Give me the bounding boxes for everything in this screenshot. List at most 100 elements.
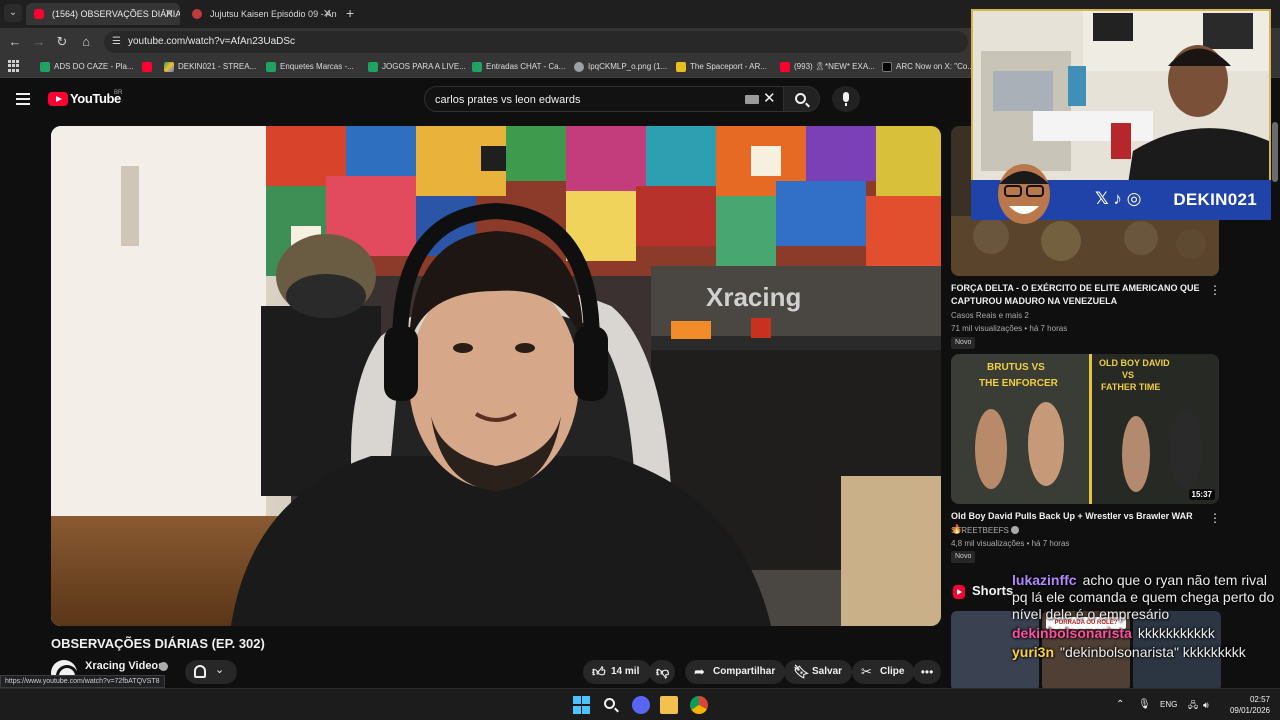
discord-icon[interactable] — [632, 696, 650, 714]
search-icon[interactable] — [602, 696, 620, 714]
rec-channel[interactable]: STREETBEEFS — [951, 525, 1020, 537]
voice-search-button[interactable] — [832, 86, 860, 112]
clock-date: 09/01/2026 — [1229, 706, 1270, 715]
bookmark-youtube-exa[interactable]: (993) 🎗*NEW* EXA... — [780, 59, 875, 75]
spaceport-icon — [676, 62, 686, 72]
chrome-icon[interactable] — [690, 696, 708, 714]
verified-badge-icon — [1011, 526, 1020, 534]
apps-grid-icon[interactable] — [8, 60, 20, 72]
bookmark-youtube[interactable] — [142, 59, 156, 75]
chat-text: "dekinbolsonarista" kkkkkkkkk — [1060, 644, 1246, 660]
clear-search-icon[interactable]: ✕ — [763, 90, 776, 108]
bookmark-icon: 🔖︎ — [793, 664, 810, 679]
search-button[interactable] — [784, 86, 820, 112]
chat-username: dekinbolsonarista — [1012, 625, 1132, 641]
bookmark-enquetes-marcas[interactable]: Enquetes Marcas -... — [266, 59, 354, 75]
video-player[interactable]: Xracing — [51, 126, 941, 626]
rec-title-forca-delta[interactable]: FORÇA DELTA - O EXÉRCITO DE ELITE AMERIC… — [951, 282, 1201, 308]
share-label: Compartilhar — [713, 666, 776, 677]
streamer-handle: DEKIN021 — [1173, 190, 1257, 209]
url-text[interactable]: youtube.com/watch?v=AfAn23UaDSc — [128, 31, 295, 53]
chat-message: yuri3n "dekinbolsonarista" kkkkkkkkk — [1012, 644, 1280, 661]
home-icon[interactable]: ⌂ — [77, 33, 95, 51]
x-icon — [882, 62, 892, 72]
forward-arrow-icon[interactable]: → — [30, 33, 48, 51]
tab-search-chevron-icon[interactable]: ⌄ — [4, 4, 22, 22]
file-explorer-icon[interactable] — [660, 696, 678, 714]
rec-menu-icon[interactable]: ⋮ — [1209, 283, 1221, 297]
bookmark-entradas-chat[interactable]: Entradas CHAT - Ca... — [472, 59, 565, 75]
scrollbar-thumb[interactable] — [1272, 122, 1278, 182]
bookmark-dekin021-stream[interactable]: DEKIN021 - STREA... — [164, 59, 256, 75]
tab-label: (1564) OBSERVAÇÕES DIÁRIAS — [52, 9, 180, 19]
bookmark-ads-do-caze[interactable]: ADS DO CAZE - Pla... — [40, 59, 134, 75]
keyboard-icon[interactable] — [745, 95, 759, 104]
bookmark-jogos-para-a-live[interactable]: JOGOS PARA A LIVE... — [368, 59, 466, 75]
thumbs-up-icon: 👍︎ — [592, 664, 606, 679]
chat-message: lukazinffc acho que o ryan não tem rival … — [1012, 572, 1280, 623]
microphone-icon — [843, 92, 849, 106]
reload-icon[interactable]: ↻ — [53, 33, 71, 51]
taskbar-clock[interactable]: 02:57 09/01/2026 — [1222, 694, 1270, 716]
clip-button[interactable]: ✂ Clipe — [852, 660, 915, 684]
share-button[interactable]: ➦ Compartilhar — [685, 660, 786, 684]
like-button[interactable]: 👍︎ 14 mil — [583, 660, 652, 684]
omnibox[interactable]: ☰ youtube.com/watch?v=AfAn23UaDSc — [104, 31, 968, 53]
thumbs-down-icon: 👎︎ — [656, 664, 670, 679]
video-frame: Xracing — [51, 126, 941, 626]
dislike-button[interactable]: 👎︎ — [649, 660, 675, 684]
windows-taskbar: ⌃ 🎙︎ ENG 🖧︎ 🔊︎ 02:57 09/01/2026 — [0, 688, 1280, 720]
more-actions-icon[interactable]: ••• — [913, 660, 941, 684]
tab-label: Jujutsu Kaisen Episódio 09 - An — [210, 9, 337, 19]
site-info-icon[interactable]: ☰ — [112, 36, 121, 47]
bookmark-the-spaceport[interactable]: The Spaceport - AR... — [676, 59, 767, 75]
search-icon — [795, 93, 806, 104]
video-owner-row: Xracing Videos ⌄ 👍︎ 14 mil 👎︎ ➦ Comparti… — [51, 658, 941, 688]
video-title: OBSERVAÇÕES DIÁRIAS (EP. 302) — [51, 636, 265, 651]
rec-channel[interactable]: Casos Reais e mais 2 — [951, 310, 1029, 322]
search-input[interactable]: carlos prates vs leon edwards ✕ — [424, 86, 784, 112]
close-tab-icon[interactable]: ✕ — [323, 3, 332, 25]
anime-favicon-icon — [192, 9, 202, 19]
hamburger-menu-icon[interactable] — [16, 93, 30, 105]
chevron-down-icon: ⌄ — [215, 664, 225, 676]
duration-badge: 15:37 — [1188, 489, 1215, 500]
link-status-bar: https://www.youtube.com/watch?v=72fbATQV… — [0, 675, 165, 688]
sheets-icon — [40, 62, 50, 72]
network-icon[interactable]: 🖧︎ — [1188, 689, 1198, 720]
new-tab-plus-icon[interactable]: + — [346, 4, 354, 22]
tray-overflow-chevron-icon[interactable]: ⌃ — [1116, 689, 1124, 720]
social-icons-x-tiktok-instagram-icon: 𝕏 ♪ ◎ — [1095, 189, 1142, 208]
bookmark-png-image[interactable]: IpqCKMLP_o.png (1... — [574, 59, 667, 75]
youtube-favicon-icon — [34, 9, 44, 19]
bookmark-label: Entradas CHAT - Ca... — [486, 62, 566, 71]
bookmark-label: Enquetes Marcas -... — [280, 62, 354, 71]
rec-thumbnail-streetbeefs[interactable]: BRUTUS VS THE ENFORCER OLD BOY DAVID VS FAT… — [951, 354, 1219, 504]
scissors-icon: ✂ — [861, 664, 872, 679]
youtube-icon — [780, 62, 790, 72]
language-indicator[interactable]: ENG — [1160, 689, 1177, 720]
windows-start-icon[interactable] — [573, 696, 591, 714]
close-tab-icon[interactable]: ✕ — [165, 3, 174, 25]
volume-icon[interactable]: 🔊︎ — [1203, 689, 1209, 720]
bookmark-arc-now-on-x[interactable]: ARC Now on X: "Co... — [882, 59, 974, 75]
rec-menu-icon[interactable]: ⋮ — [1209, 511, 1221, 525]
bell-icon — [194, 665, 206, 678]
screen: ⌄ (1564) OBSERVAÇÕES DIÁRIAS ✕ Jujutsu K… — [0, 0, 1280, 720]
rec-channel-name[interactable]: STREETBEEFS — [951, 526, 1009, 535]
stream-chat-overlay: lukazinffc acho que o ryan não tem rival … — [1012, 572, 1280, 663]
youtube-icon — [142, 62, 152, 72]
microphone-tray-icon[interactable]: 🎙︎ — [1138, 689, 1151, 720]
tab-youtube-observacoes[interactable]: (1564) OBSERVAÇÕES DIÁRIAS ✕ — [26, 3, 180, 25]
back-arrow-icon[interactable]: ← — [6, 33, 24, 51]
new-badge: Novo — [951, 337, 976, 349]
sheets-icon — [472, 62, 482, 72]
search-query[interactable]: carlos prates vs leon edwards — [435, 87, 581, 113]
like-count: 14 mil — [611, 666, 640, 677]
chat-username: lukazinffc — [1012, 572, 1077, 588]
channel-name[interactable]: Xracing Videos — [85, 660, 164, 672]
bookmark-label: ADS DO CAZE - Pla... — [54, 62, 134, 71]
notifications-button[interactable]: ⌄ — [185, 660, 237, 684]
tab-jujutsu-kaisen[interactable]: Jujutsu Kaisen Episódio 09 - An ✕ — [184, 3, 338, 25]
save-button[interactable]: 🔖︎ Salvar — [784, 660, 853, 684]
